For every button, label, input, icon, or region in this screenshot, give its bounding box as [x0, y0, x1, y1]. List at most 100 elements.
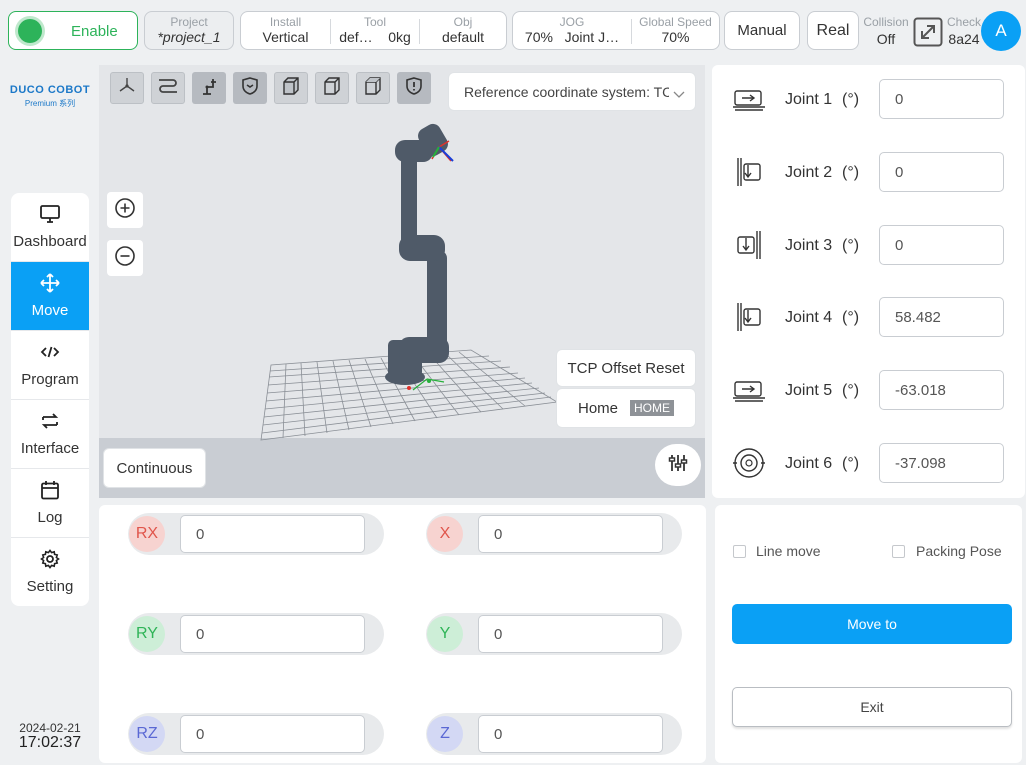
view-side-button[interactable]	[315, 72, 349, 104]
view-top-button[interactable]	[356, 72, 390, 104]
move-panel: Line move Packing Pose Move to Exit	[715, 505, 1022, 763]
jog-mode: Joint J…	[564, 29, 620, 45]
collision-value: Off	[876, 31, 896, 47]
view-robot-button[interactable]	[192, 72, 226, 104]
view-warning-button[interactable]	[397, 72, 431, 104]
install-tool-obj-group[interactable]: Install Vertical Tool def… 0kg Obj defau…	[240, 11, 507, 50]
fullscreen-icon[interactable]	[913, 17, 943, 47]
user-avatar[interactable]: A	[981, 11, 1021, 51]
code-icon	[40, 342, 60, 362]
rz-input[interactable]: 0	[180, 715, 365, 753]
collision-status: Collision Off	[862, 15, 910, 47]
shield-alert-icon	[404, 76, 424, 101]
jog-label: JOG	[559, 15, 585, 29]
home-button[interactable]: Home HOME	[556, 388, 696, 428]
joint-row-4: Joint 4 (°) 58.482	[712, 297, 1025, 337]
joints-panel: Joint 1 (°) 0 Joint 2 (°) 0 Joint 3 (°) …	[712, 65, 1025, 498]
zoom-in-icon	[114, 197, 136, 224]
cartesian-panel: RX 0 X 0 RY 0 Y 0 RZ 0 Z 0	[99, 505, 706, 763]
y-input[interactable]: 0	[478, 615, 663, 653]
joint-1-input[interactable]: 0	[879, 79, 1004, 119]
ry-row: RY 0	[128, 613, 384, 655]
sidebar-item-interface[interactable]: Interface	[11, 400, 89, 469]
tool-value-row: def… 0kg	[331, 29, 419, 46]
move-to-button[interactable]: Move to	[732, 604, 1012, 644]
rz-badge: RZ	[129, 716, 165, 752]
check-value: 8a24	[948, 31, 980, 47]
settings-sliders-button[interactable]	[655, 444, 701, 486]
tool-weight: 0kg	[388, 29, 411, 45]
brand-logo: DUCO COBOT Premium 系列	[8, 84, 92, 109]
joint-label: Joint 5	[785, 382, 833, 399]
joint-3-input[interactable]: 0	[879, 225, 1004, 265]
date-display: 2024-02-21	[19, 721, 81, 735]
joint-label: Joint 3	[785, 237, 833, 254]
global-speed-label: Global Speed	[639, 15, 712, 29]
brand-subtitle: Premium 系列	[24, 99, 76, 108]
joint-row-5: Joint 5 (°) -63.018	[712, 370, 1025, 410]
swap-arrows-icon	[40, 411, 60, 431]
joint-6-input[interactable]: -37.098	[879, 443, 1004, 483]
ry-input[interactable]: 0	[180, 615, 365, 653]
project-selector[interactable]: Project *project_1	[144, 11, 234, 50]
project-value: *project_1	[157, 29, 221, 45]
obj-label: Obj	[453, 15, 473, 29]
gear-icon	[40, 549, 60, 569]
robot-scene-graphic	[260, 123, 559, 441]
sidebar-item-label: Move	[31, 302, 69, 319]
joint-unit: (°)	[842, 91, 860, 108]
sidebar-item-move[interactable]: Move	[11, 262, 89, 331]
speed-group[interactable]: JOG 70% Joint J… Global Speed 70%	[512, 11, 720, 50]
packing-pose-checkbox[interactable]	[892, 545, 905, 558]
obj-value: default	[441, 29, 485, 45]
joint-label: Joint 4	[785, 309, 833, 326]
z-row: Z 0	[426, 713, 682, 755]
sidebar-item-log[interactable]: Log	[11, 469, 89, 538]
manual-button[interactable]: Manual	[724, 11, 800, 50]
view-front-button[interactable]	[274, 72, 308, 104]
packing-pose-label: Packing Pose	[916, 543, 1002, 559]
joint-unit: (°)	[842, 237, 860, 254]
continuous-button[interactable]: Continuous	[103, 448, 206, 488]
z-input[interactable]: 0	[478, 715, 663, 753]
view-path-button[interactable]	[151, 72, 185, 104]
path-icon	[157, 76, 179, 101]
sidebar-item-label: Interface	[20, 440, 80, 457]
home-label: Home	[577, 399, 618, 417]
joint-unit: (°)	[842, 382, 860, 399]
line-move-checkbox[interactable]	[733, 545, 746, 558]
rx-input[interactable]: 0	[180, 515, 365, 553]
axes-icon	[117, 76, 137, 101]
zoom-in-button[interactable]	[107, 192, 143, 228]
enable-button[interactable]: Enable	[8, 11, 138, 50]
x-input[interactable]: 0	[478, 515, 663, 553]
joint-row-6: Joint 6 (°) -37.098	[712, 443, 1025, 483]
joint-label: Joint 6	[785, 455, 833, 472]
sidebar-item-setting[interactable]: Setting	[11, 538, 89, 606]
joint-2-icon	[732, 156, 766, 188]
robot-3d-viewport[interactable]: Reference coordinate system: TCP TCP Off…	[99, 65, 705, 498]
joint-unit: (°)	[842, 164, 860, 181]
tcp-offset-reset-button[interactable]: TCP Offset Reset	[556, 349, 696, 387]
joint-2-input[interactable]: 0	[879, 152, 1004, 192]
exit-button[interactable]: Exit	[732, 687, 1012, 727]
tool-label: Tool	[363, 15, 386, 29]
joint-5-input[interactable]: -63.018	[879, 370, 1004, 410]
joint-label: Joint 1	[785, 91, 833, 108]
enable-label: Enable	[71, 23, 118, 40]
view-axes-button[interactable]	[110, 72, 144, 104]
monitor-icon	[40, 204, 60, 224]
view-safety-button[interactable]	[233, 72, 267, 104]
jog-value-row: 70% Joint J…	[513, 29, 631, 46]
sidebar-item-dashboard[interactable]: Dashboard	[11, 193, 89, 262]
sidebar-item-program[interactable]: Program	[11, 331, 89, 400]
cube-front-icon	[281, 76, 301, 101]
jog-percent: 70%	[524, 29, 553, 45]
joint-4-input[interactable]: 58.482	[879, 297, 1004, 337]
reference-coordinate-select[interactable]: Reference coordinate system: TCP	[448, 72, 696, 111]
cube-top-icon	[363, 76, 383, 101]
zoom-out-button[interactable]	[107, 240, 143, 276]
sliders-icon	[667, 452, 689, 479]
x-row: X 0	[426, 513, 682, 555]
real-button[interactable]: Real	[807, 11, 859, 50]
